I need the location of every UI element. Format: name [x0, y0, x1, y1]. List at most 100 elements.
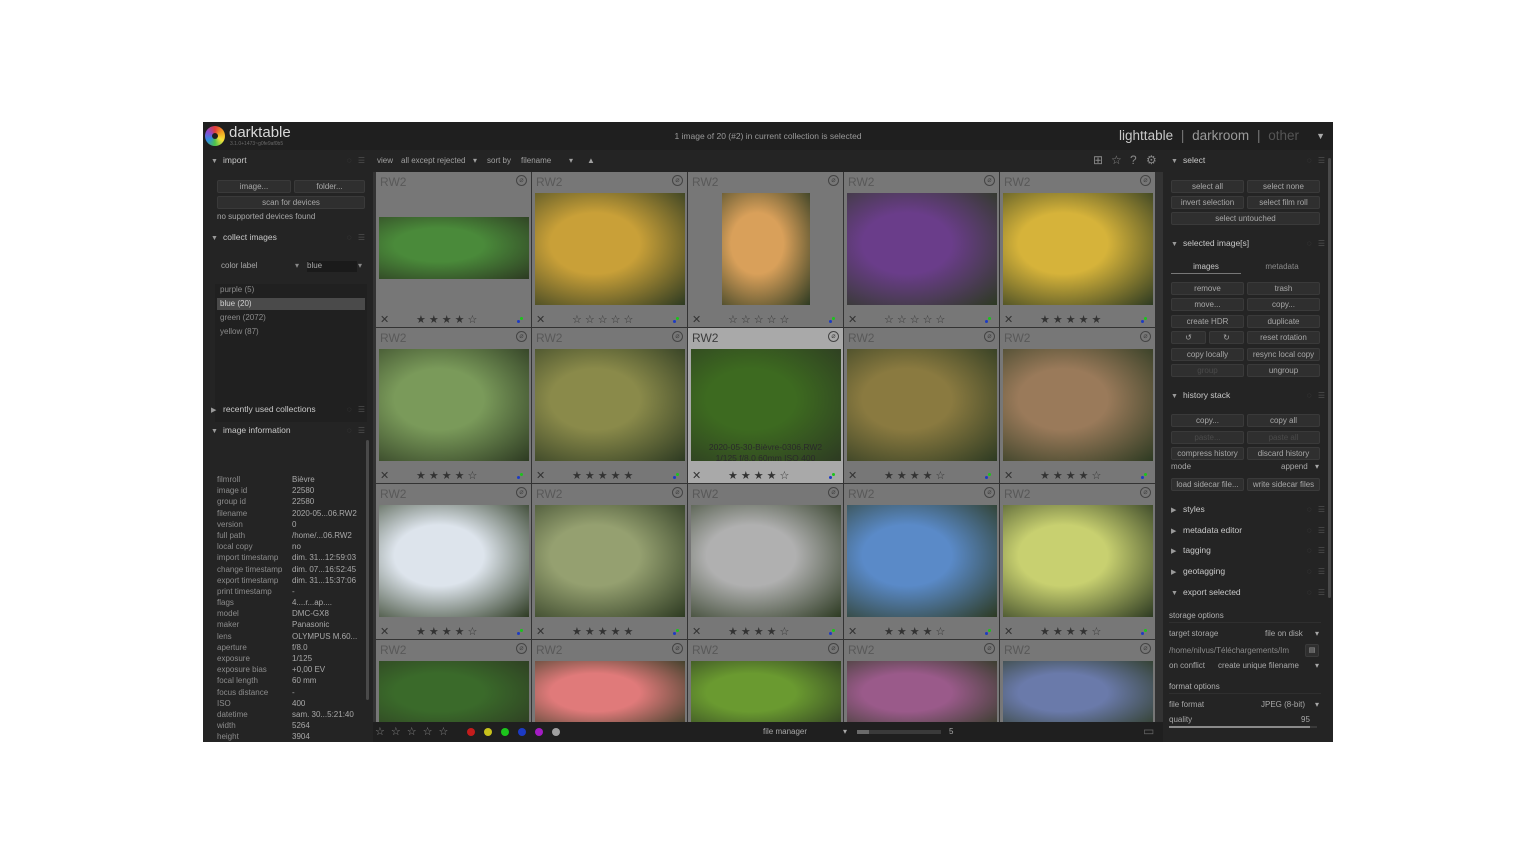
- thumbnail[interactable]: RW2 ⌀ ✕ ★★★★☆: [844, 328, 999, 483]
- altered-icon[interactable]: ⌀: [984, 175, 995, 186]
- sort-direction-icon[interactable]: ▲: [587, 156, 595, 165]
- collect-value-input[interactable]: blue: [307, 261, 357, 272]
- thumbnail[interactable]: RW2 ⌀ ✕ ★★★★★: [1000, 172, 1155, 327]
- altered-icon[interactable]: ⌀: [1140, 487, 1151, 498]
- copy-button[interactable]: copy...: [1247, 298, 1320, 311]
- star-rating-icon[interactable]: ★★★★☆: [1040, 469, 1104, 482]
- thumbnail[interactable]: RW2 ⌀ ✕ ☆☆☆☆☆: [532, 172, 687, 327]
- color-label-green[interactable]: [501, 728, 509, 736]
- module-reset-presets-icon[interactable]: ◌ ☰: [347, 156, 367, 165]
- invert-selection-button[interactable]: invert selection: [1171, 196, 1244, 209]
- scan-devices-button[interactable]: scan for devices: [217, 196, 365, 209]
- rotate-cw-icon[interactable]: ↻: [1209, 331, 1244, 344]
- reject-icon[interactable]: ✕: [1004, 469, 1013, 482]
- thumbnail[interactable]: RW2 ⌀ ✕ ★★★★☆: [844, 484, 999, 639]
- thumbnail-image[interactable]: [378, 349, 529, 461]
- target-storage-select[interactable]: file on disk: [1265, 629, 1303, 638]
- altered-icon[interactable]: ⌀: [672, 643, 683, 654]
- thumbnail-image[interactable]: [1002, 349, 1153, 461]
- star-overlay-icon[interactable]: ☆: [1111, 153, 1122, 167]
- zoom-value[interactable]: 5: [949, 727, 953, 736]
- module-reset-presets-icon[interactable]: ◌ ☰: [1307, 588, 1327, 597]
- history-copy-button[interactable]: copy...: [1171, 414, 1244, 427]
- sort-select[interactable]: filename: [521, 156, 551, 165]
- thumbnail-image[interactable]: [1002, 193, 1153, 305]
- history-mode-select[interactable]: append: [1281, 462, 1308, 471]
- reject-icon[interactable]: ✕: [1004, 313, 1013, 326]
- star-rating-icon[interactable]: ★★★★☆: [728, 625, 792, 638]
- view-darkroom[interactable]: darkroom: [1192, 128, 1249, 143]
- module-info-header[interactable]: ▼ image information ◌ ☰: [211, 425, 371, 441]
- on-conflict-select[interactable]: create unique filename: [1218, 661, 1299, 670]
- module-reset-presets-icon[interactable]: ◌ ☰: [1307, 391, 1327, 400]
- left-scrollbar[interactable]: [366, 440, 369, 700]
- chevron-down-icon[interactable]: ▾: [843, 727, 847, 736]
- altered-icon[interactable]: ⌀: [1140, 331, 1151, 342]
- color-label-red[interactable]: [467, 728, 475, 736]
- thumbnail-image[interactable]: [378, 505, 529, 617]
- module-export-header[interactable]: ▼ export selected ◌ ☰: [1171, 587, 1331, 603]
- color-label-blue[interactable]: [518, 728, 526, 736]
- reject-icon[interactable]: ✕: [380, 313, 389, 326]
- thumbnail-image[interactable]: [1002, 505, 1153, 617]
- layout-select[interactable]: file manager: [763, 727, 807, 736]
- module-reset-presets-icon[interactable]: ◌ ☰: [1307, 526, 1327, 535]
- module-reset-presets-icon[interactable]: ◌ ☰: [347, 405, 367, 414]
- star-rating-icon[interactable]: ★★★★☆: [1040, 625, 1104, 638]
- thumbnail-image[interactable]: [378, 217, 529, 279]
- view-other[interactable]: other: [1268, 128, 1299, 143]
- thumbnail-image[interactable]: [534, 193, 685, 305]
- view-filter-select[interactable]: all except rejected: [401, 156, 465, 165]
- load-sidecar-button[interactable]: load sidecar file...: [1171, 478, 1244, 491]
- reject-icon[interactable]: ✕: [536, 313, 545, 326]
- history-copy-all-button[interactable]: copy all: [1247, 414, 1320, 427]
- collect-item-blue[interactable]: blue (20): [217, 298, 365, 310]
- collect-item-green[interactable]: green (2072): [217, 312, 365, 324]
- altered-icon[interactable]: ⌀: [1140, 175, 1151, 186]
- collect-item-yellow[interactable]: yellow (87): [217, 326, 365, 338]
- thumbnail-image[interactable]: [721, 193, 810, 305]
- chevron-down-icon[interactable]: ▾: [569, 156, 573, 165]
- module-collect-header[interactable]: ▼ collect images ◌ ☰: [211, 232, 371, 248]
- history-paste-all-button[interactable]: paste all: [1247, 431, 1320, 444]
- module-tagging-header[interactable]: ▶ tagging ◌ ☰: [1171, 545, 1331, 561]
- module-reset-presets-icon[interactable]: ◌ ☰: [347, 233, 367, 242]
- quality-slider[interactable]: [1169, 726, 1317, 728]
- star-rating-icon[interactable]: ★★★★☆: [416, 625, 480, 638]
- select-all-button[interactable]: select all: [1171, 180, 1244, 193]
- rotate-ccw-icon[interactable]: ↺: [1171, 331, 1206, 344]
- reset-rotation-button[interactable]: reset rotation: [1247, 331, 1320, 344]
- grouping-icon[interactable]: ⊞: [1093, 153, 1103, 167]
- ungroup-button[interactable]: ungroup: [1247, 364, 1320, 377]
- altered-icon[interactable]: ⌀: [1140, 643, 1151, 654]
- view-lighttable[interactable]: lighttable: [1119, 128, 1173, 143]
- altered-icon[interactable]: ⌀: [828, 643, 839, 654]
- module-reset-presets-icon[interactable]: ◌ ☰: [1307, 546, 1327, 555]
- reject-icon[interactable]: ✕: [848, 313, 857, 326]
- thumbnail-image[interactable]: [690, 661, 841, 731]
- thumbnail[interactable]: RW2 ⌀ ✕ ★★★★☆: [688, 484, 843, 639]
- module-reset-presets-icon[interactable]: ◌ ☰: [1307, 156, 1327, 165]
- thumbnail[interactable]: RW2 ⌀ ✕ ★★★★☆: [1000, 328, 1155, 483]
- module-reset-presets-icon[interactable]: ◌ ☰: [1307, 505, 1327, 514]
- module-reset-presets-icon[interactable]: ◌ ☰: [1307, 239, 1327, 248]
- thumbnail-image[interactable]: [846, 505, 997, 617]
- star-rating-icon[interactable]: ★★★★☆: [884, 625, 948, 638]
- color-label-yellow[interactable]: [484, 728, 492, 736]
- gear-icon[interactable]: ⚙: [1146, 153, 1157, 167]
- module-history-stack-header[interactable]: ▼ history stack ◌ ☰: [1171, 390, 1331, 406]
- compress-history-button[interactable]: compress history: [1171, 447, 1244, 460]
- resync-local-copy-button[interactable]: resync local copy: [1247, 348, 1320, 361]
- remove-button[interactable]: remove: [1171, 282, 1244, 295]
- thumbnail[interactable]: RW2 ⌀ ✕ ★★★★☆: [1000, 484, 1155, 639]
- import-folder-button[interactable]: folder...: [294, 180, 365, 193]
- trash-button[interactable]: trash: [1247, 282, 1320, 295]
- altered-icon[interactable]: ⌀: [828, 487, 839, 498]
- module-styles-header[interactable]: ▶ styles ◌ ☰: [1171, 504, 1331, 520]
- reject-icon[interactable]: ✕: [536, 469, 545, 482]
- altered-icon[interactable]: ⌀: [672, 175, 683, 186]
- reject-icon[interactable]: ✕: [692, 469, 701, 482]
- thumbnail-image[interactable]: [1002, 661, 1153, 731]
- star-rating-icon[interactable]: ★★★★★: [1040, 313, 1104, 326]
- altered-icon[interactable]: ⌀: [984, 331, 995, 342]
